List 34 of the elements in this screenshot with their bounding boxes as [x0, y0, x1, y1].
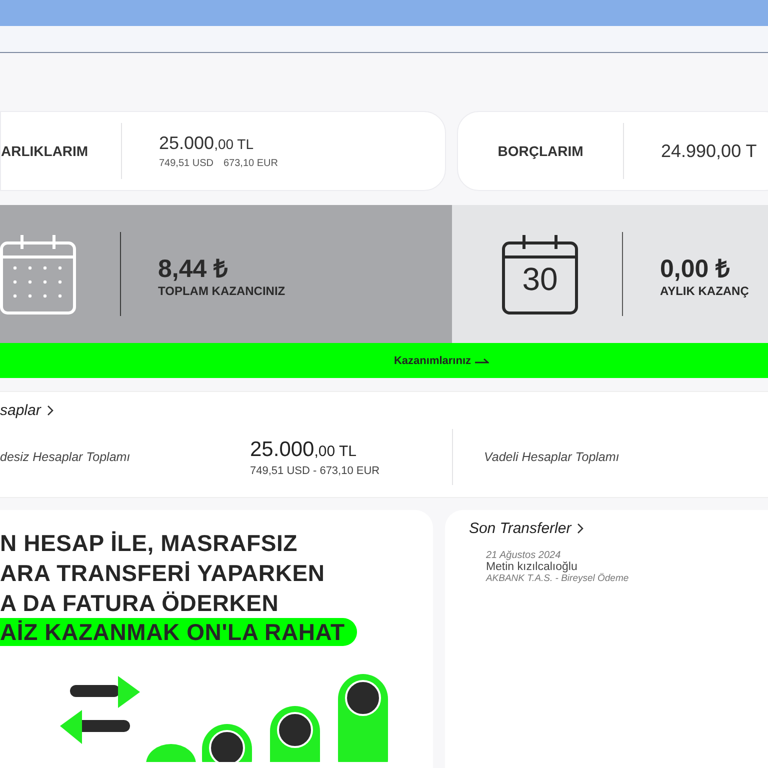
balance-amount: 24.990,00 T	[661, 140, 757, 162]
calendar-icon	[0, 233, 76, 315]
earnings-panel[interactable]: 30 0,00 ₺ AYLIK KAZANÇ	[452, 205, 768, 343]
section-title[interactable]: Son Transferler	[468, 520, 572, 537]
transfer-arrows-icon	[60, 674, 140, 746]
balance-amount: 25.000,00 TL	[159, 133, 254, 154]
earnings-link-bar[interactable]: Kazanımlarınız	[0, 343, 768, 378]
account-total-label: desiz Hesaplar Toplamı	[0, 450, 132, 464]
transfer-item[interactable]: 21 Ağustos 2024 Metin kızılcalıoğlu AKBANK T.A.S. - Bireysel Ödeme	[486, 550, 768, 584]
promo-headline: ARA TRANSFERİ YAPARKEN	[0, 559, 325, 588]
currency-amount: 749,51 USD	[159, 158, 214, 169]
transfer-date: 21 Ağustos 2024	[486, 550, 562, 561]
transfer-detail: AKBANK T.A.S. - Bireysel Ödeme	[486, 573, 630, 584]
calendar-day-number: 30	[521, 261, 559, 298]
earnings-label: TOPLAM KAZANCINIZ	[158, 284, 286, 298]
promo-headline: A DA FATURA ÖDERKEN	[0, 589, 279, 618]
earnings-amount: 8,44 ₺	[158, 254, 229, 284]
promo-headline: AİZ KAZANMAK ON'LA RAHAT	[0, 618, 357, 646]
promo-headline: N HESAP İLE, MASRAFSIZ	[0, 529, 298, 558]
calendar-icon	[502, 233, 578, 315]
account-total-amount: 25.000,00 TL	[250, 438, 358, 462]
account-total-label: Vadeli Hesaplar Toplamı	[484, 450, 620, 464]
chevron-right-icon	[577, 523, 584, 534]
earnings-panel[interactable]: 8,44 ₺ TOPLAM KAZANCINIZ	[0, 205, 452, 343]
chevron-right-icon	[46, 405, 54, 416]
currency-amount: 673,10 EUR	[223, 158, 278, 169]
earnings-label: AYLIK KAZANÇ	[660, 284, 749, 298]
section-title[interactable]: saplar	[0, 402, 41, 419]
currency-amount: 749,51 USD - 673,10 EUR	[250, 464, 381, 476]
earnings-amount: 0,00 ₺	[660, 254, 731, 284]
card-label: BORÇLARIM	[496, 143, 584, 159]
transfer-name: Metin kızılcalıoğlu	[486, 561, 578, 573]
card-label: ARLIKLARIM	[1, 143, 90, 159]
earnings-link[interactable]: Kazanımlarınız	[394, 354, 472, 366]
